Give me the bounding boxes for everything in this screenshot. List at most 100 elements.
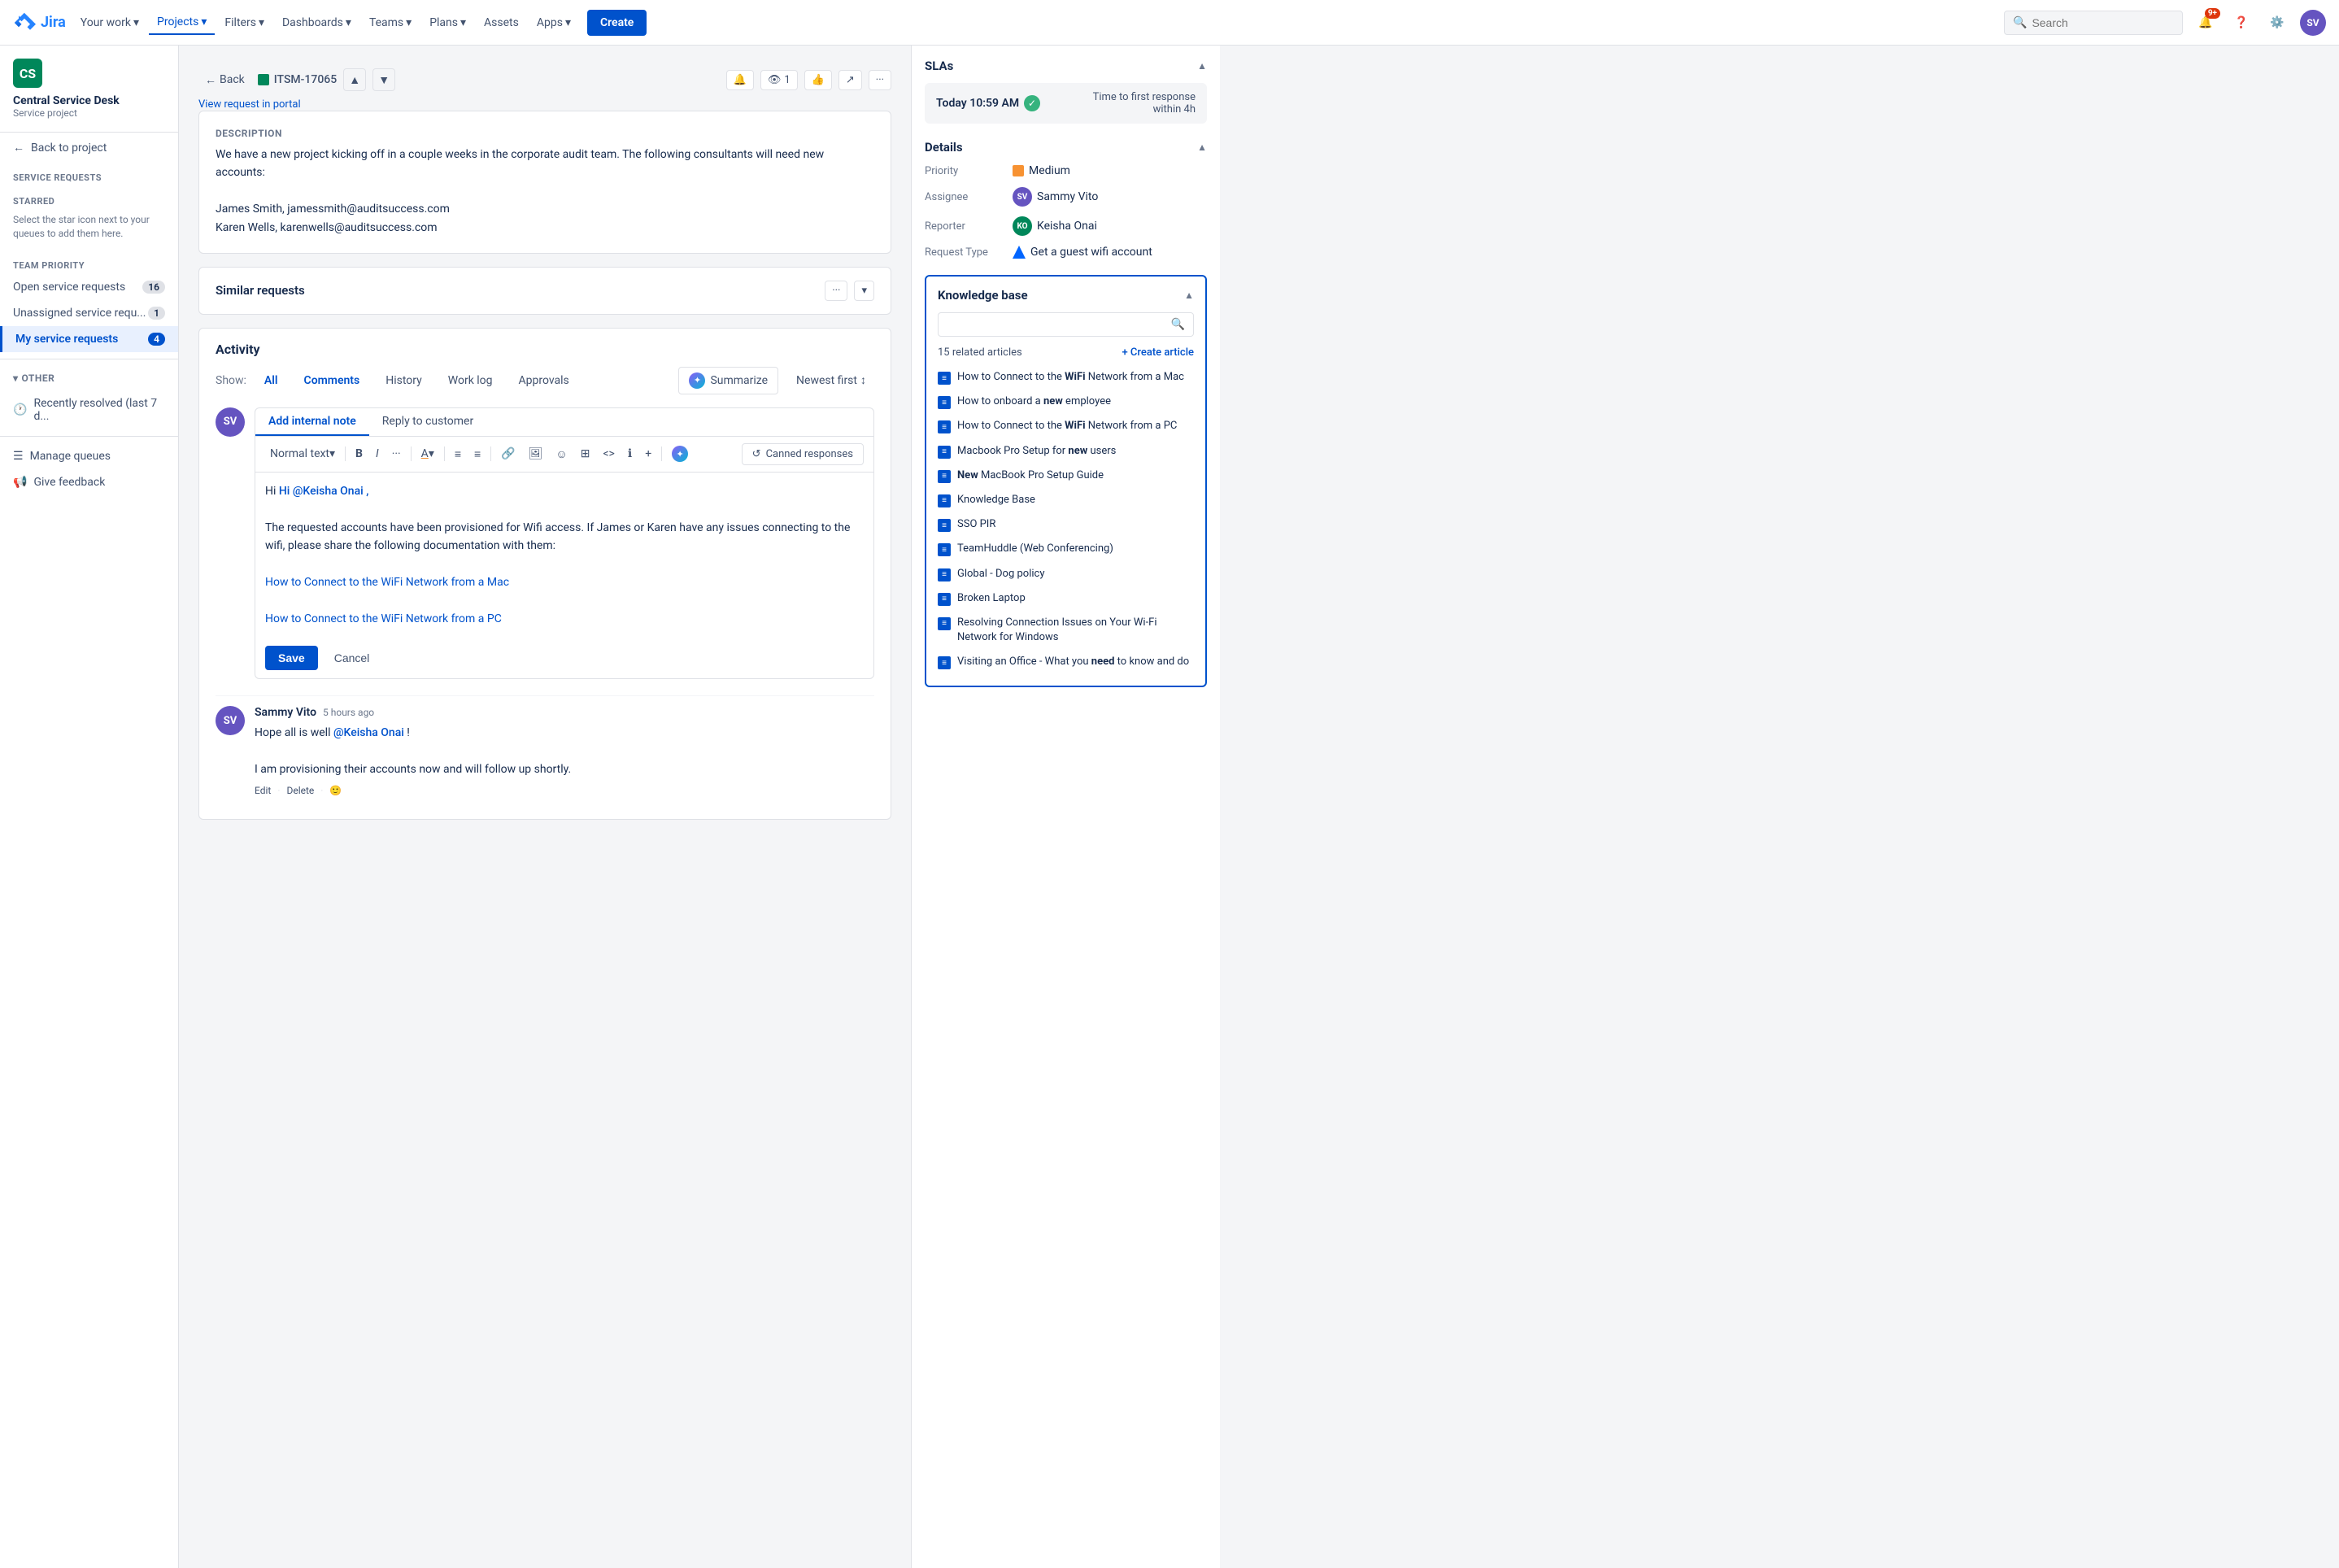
sla-collapse-button[interactable]: ▲ — [1197, 60, 1207, 72]
jira-logo[interactable]: Jira — [13, 11, 66, 34]
project-type: Service project — [13, 107, 165, 119]
more-formatting-button[interactable]: ··· — [387, 445, 406, 463]
nav-your-work[interactable]: Your work ▾ — [72, 11, 147, 34]
eye-icon: 👁 — [768, 74, 782, 86]
filter-history-button[interactable]: History — [377, 371, 430, 390]
sidebar: CS Central Service Desk Service project … — [0, 46, 179, 1568]
similar-more-button[interactable]: ··· — [825, 281, 847, 301]
edit-comment-button[interactable]: Edit — [255, 785, 271, 796]
sidebar-item-unassigned[interactable]: Unassigned service requ... 1 — [0, 300, 178, 326]
commenter-avatar: SV — [216, 706, 245, 735]
settings-button[interactable]: ⚙️ — [2264, 10, 2290, 36]
cancel-button[interactable]: Cancel — [324, 646, 380, 670]
other-section-toggle[interactable]: ▾ OTHER — [0, 366, 178, 390]
manage-queues-button[interactable]: ☰ Manage queues — [0, 443, 178, 469]
kb-article-12[interactable]: ≡ Visiting an Office - What you need to … — [938, 650, 1194, 674]
assignee-avatar: SV — [1013, 187, 1032, 207]
thumbs-up-button[interactable]: 👍 — [804, 70, 832, 90]
share-button[interactable]: ↗ — [838, 70, 862, 90]
nav-assets[interactable]: Assets — [476, 11, 527, 34]
kb-article-5[interactable]: ≡ New MacBook Pro Setup Guide — [938, 464, 1194, 488]
kb-section-header: Knowledge base ▲ — [938, 288, 1194, 303]
kb-article-9[interactable]: ≡ Global - Dog policy — [938, 562, 1194, 586]
kb-article-8[interactable]: ≡ TeamHuddle (Web Conferencing) — [938, 537, 1194, 561]
search-box[interactable]: 🔍 — [2004, 11, 2183, 35]
plus-button[interactable]: + — [640, 445, 656, 463]
react-button[interactable]: 🙂 — [329, 785, 342, 796]
sidebar-item-recently-resolved[interactable]: 🕐 Recently resolved (last 7 d... — [0, 390, 178, 429]
details-section: Details ▲ Priority Medium Assignee SV Sa… — [925, 140, 1207, 259]
numbered-list-button[interactable]: ≡ — [469, 445, 486, 464]
filter-worklog-button[interactable]: Work log — [440, 371, 501, 390]
search-input[interactable] — [2032, 16, 2174, 29]
filter-approvals-button[interactable]: Approvals — [511, 371, 577, 390]
notifications-button[interactable]: 🔔 9+ — [2193, 10, 2219, 36]
sidebar-item-my-requests[interactable]: My service requests 4 — [0, 326, 178, 352]
code-button[interactable]: <> — [598, 445, 619, 463]
ai-toolbar-button[interactable]: ✦ — [667, 443, 693, 464]
filter-all-button[interactable]: All — [256, 371, 286, 390]
comment-tabs: Add internal note Reply to customer — [255, 408, 873, 437]
sidebar-item-open-requests[interactable]: Open service requests 16 — [0, 274, 178, 300]
emoji-button[interactable]: ☺ — [551, 445, 572, 464]
create-button[interactable]: Create — [587, 10, 647, 36]
issue-nav-down[interactable]: ▼ — [372, 68, 395, 91]
activity-bar: Show: All Comments History Work log Appr… — [216, 367, 874, 394]
kb-collapse-button[interactable]: ▲ — [1184, 290, 1194, 301]
kb-search-input[interactable] — [947, 318, 1166, 331]
editor-content[interactable]: Hi Hi @Keisha Onai , The requested accou… — [255, 473, 873, 638]
editor-link-pc[interactable]: How to Connect to the WiFi Network from … — [265, 612, 502, 625]
watch-button[interactable]: 👁 1 — [760, 70, 798, 90]
canned-responses-button[interactable]: ↺ Canned responses — [742, 443, 864, 465]
nav-projects[interactable]: Projects ▾ — [149, 11, 215, 35]
nav-teams[interactable]: Teams ▾ — [361, 11, 420, 34]
nav-right: 🔍 🔔 9+ ❓ ⚙️ SV — [2004, 10, 2326, 36]
issue-nav-up[interactable]: ▲ — [343, 68, 366, 91]
kb-article-1[interactable]: ≡ How to Connect to the WiFi Network fro… — [938, 365, 1194, 390]
link-button[interactable]: 🔗 — [496, 445, 520, 463]
notify-button[interactable]: 🔔 — [726, 70, 754, 90]
similar-expand-button[interactable]: ▾ — [854, 281, 874, 301]
details-collapse-button[interactable]: ▲ — [1197, 142, 1207, 153]
nav-filters[interactable]: Filters ▾ — [216, 11, 272, 34]
nav-plans[interactable]: Plans ▾ — [421, 11, 474, 34]
help-button[interactable]: ❓ — [2228, 10, 2254, 36]
kb-article-2[interactable]: ≡ How to onboard a new employee — [938, 390, 1194, 414]
delete-comment-button[interactable]: Delete — [286, 785, 314, 796]
table-button[interactable]: ⊞ — [576, 445, 595, 463]
info-button[interactable]: ℹ — [623, 445, 637, 463]
sla-time: Today 10:59 AM — [936, 97, 1019, 110]
summarize-button[interactable]: ✦ Summarize — [678, 367, 778, 394]
text-color-button[interactable]: A▾ — [416, 445, 439, 463]
kb-article-7[interactable]: ≡ SSO PIR — [938, 512, 1194, 537]
kb-article-4[interactable]: ≡ Macbook Pro Setup for new users — [938, 439, 1194, 464]
kb-search-box[interactable]: 🔍 — [938, 312, 1194, 337]
bullet-list-button[interactable]: ≡ — [450, 445, 466, 464]
kb-article-6[interactable]: ≡ Knowledge Base — [938, 488, 1194, 512]
knowledge-base-section: Knowledge base ▲ 🔍 15 related articles +… — [925, 275, 1207, 687]
italic-button[interactable]: I — [371, 445, 384, 463]
save-button[interactable]: Save — [265, 646, 318, 670]
kb-article-count: 15 related articles — [938, 346, 1022, 359]
view-portal-link[interactable]: View request in portal — [198, 98, 301, 111]
kb-article-10[interactable]: ≡ Broken Laptop — [938, 586, 1194, 611]
image-button[interactable]: 🖼 — [524, 445, 548, 463]
back-button[interactable]: ← Back — [198, 70, 251, 90]
editor-link-mac[interactable]: How to Connect to the WiFi Network from … — [265, 576, 509, 589]
user-avatar[interactable]: SV — [2300, 10, 2326, 36]
give-feedback-button[interactable]: 📢 Give feedback — [0, 469, 178, 495]
create-article-button[interactable]: + Create article — [1122, 346, 1194, 359]
more-actions-button[interactable]: ··· — [869, 70, 891, 90]
internal-note-tab[interactable]: Add internal note — [255, 408, 369, 436]
text-style-dropdown[interactable]: Normal text▾ — [265, 445, 340, 463]
sort-button[interactable]: Newest first ↕ — [788, 368, 874, 392]
bold-button[interactable]: B — [351, 445, 368, 463]
reply-to-customer-tab[interactable]: Reply to customer — [369, 408, 486, 436]
filter-comments-button[interactable]: Comments — [296, 371, 368, 390]
back-to-project-button[interactable]: ← Back to project — [0, 133, 178, 163]
nav-apps[interactable]: Apps ▾ — [529, 11, 579, 34]
kb-article-11[interactable]: ≡ Resolving Connection Issues on Your Wi… — [938, 611, 1194, 650]
nav-dashboards[interactable]: Dashboards ▾ — [274, 11, 359, 34]
comment-input-area: SV Add internal note Reply to customer N… — [216, 407, 874, 679]
kb-article-3[interactable]: ≡ How to Connect to the WiFi Network fro… — [938, 414, 1194, 438]
